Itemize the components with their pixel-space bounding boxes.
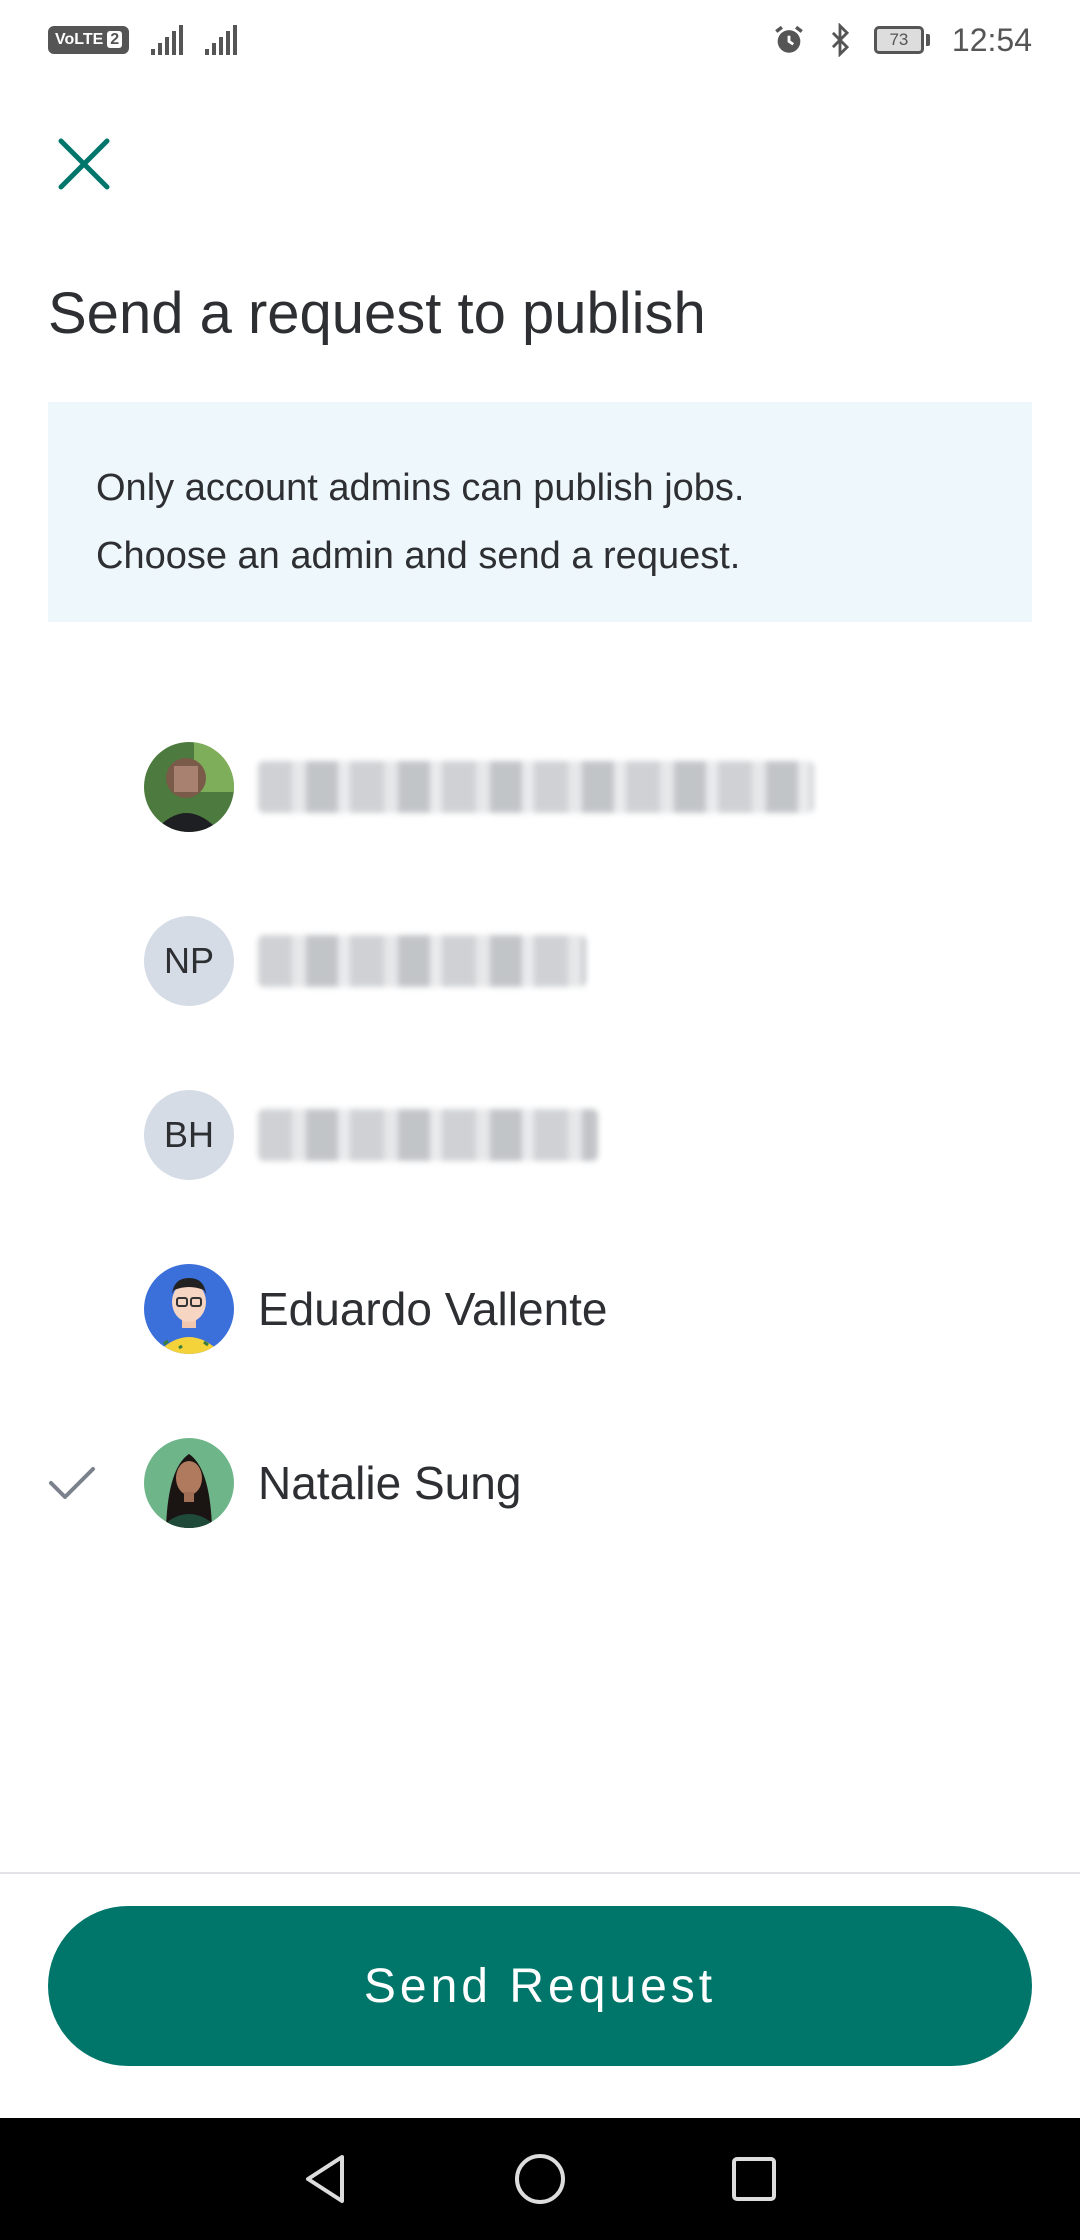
alarm-icon xyxy=(775,25,803,53)
bluetooth-icon xyxy=(831,23,850,57)
volte-badge: VoLTE 2 xyxy=(48,26,130,54)
signal-icon xyxy=(151,25,184,55)
page-title: Send a request to publish xyxy=(48,281,706,346)
initials-avatar: BH xyxy=(144,1090,234,1180)
status-right: 73 12:54 xyxy=(772,22,1032,59)
clock: 12:54 xyxy=(951,21,1032,58)
info-line-2: Choose an admin and send a request. xyxy=(96,535,741,577)
recents-button[interactable] xyxy=(722,2147,786,2211)
check-icon xyxy=(44,1455,100,1511)
illustrated-avatar-blue xyxy=(144,1264,234,1354)
admin-item[interactable]: NP xyxy=(0,874,1080,1048)
sim-number: 2 xyxy=(107,31,123,48)
signal-icon-2 xyxy=(205,25,238,55)
battery-icon: 73 xyxy=(873,26,930,54)
admin-name: Eduardo Vallente xyxy=(258,1283,608,1335)
close-button[interactable] xyxy=(48,128,120,200)
admin-item[interactable]: Eduardo Vallente xyxy=(0,1222,1080,1396)
admin-list: NP BH Eduardo Vallente Natalie Sung xyxy=(0,700,1080,1570)
redacted-name xyxy=(258,761,814,813)
redacted-name xyxy=(258,1109,598,1161)
back-icon xyxy=(306,2155,344,2203)
admin-item[interactable]: BH xyxy=(0,1048,1080,1222)
status-bar: VoLTE 2 73 12:54 xyxy=(0,0,1080,80)
volte-label: VoLTE xyxy=(55,31,104,48)
footer-divider xyxy=(0,1872,1080,1874)
close-icon xyxy=(58,138,110,190)
admin-name: Natalie Sung xyxy=(258,1457,522,1509)
send-request-button[interactable]: Send Request xyxy=(48,1906,1032,2066)
system-nav-bar xyxy=(0,2118,1080,2240)
admin-item-selected[interactable]: Natalie Sung xyxy=(0,1396,1080,1570)
info-banner: Only account admins can publish jobs. Ch… xyxy=(48,402,1032,622)
status-left: VoLTE 2 xyxy=(48,25,238,55)
battery-level: 73 xyxy=(873,26,924,54)
photo-avatar xyxy=(144,742,234,832)
admin-item[interactable] xyxy=(0,700,1080,874)
info-line-1: Only account admins can publish jobs. xyxy=(96,467,745,509)
initials-avatar: NP xyxy=(144,916,234,1006)
home-button[interactable] xyxy=(508,2147,572,2211)
redacted-name xyxy=(258,935,586,987)
home-icon xyxy=(515,2154,565,2204)
recents-icon xyxy=(732,2157,776,2201)
back-button[interactable] xyxy=(294,2147,358,2211)
illustrated-avatar-green xyxy=(144,1438,234,1528)
